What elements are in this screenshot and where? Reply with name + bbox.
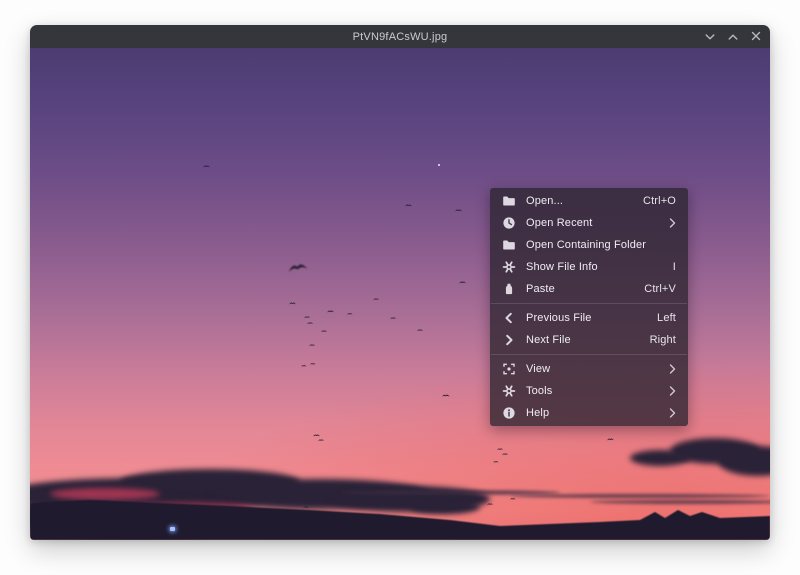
menu-item-label: Tools xyxy=(526,385,659,397)
image-canvas[interactable]: Open... Ctrl+O Open Recent Open Containi… xyxy=(30,48,770,540)
minimize-button[interactable] xyxy=(705,28,715,46)
bird xyxy=(347,312,353,315)
bird xyxy=(510,497,516,500)
folder-icon xyxy=(502,238,516,252)
menu-item-label: Open... xyxy=(526,195,633,207)
menu-item-help[interactable]: Help xyxy=(490,402,688,424)
bird xyxy=(405,203,412,207)
bird xyxy=(304,315,310,319)
bird xyxy=(327,309,334,313)
bird xyxy=(307,321,313,325)
menu-item-shortcut: Ctrl+V xyxy=(644,283,676,295)
chevron-down-icon xyxy=(705,28,715,46)
bird xyxy=(459,280,466,284)
bird xyxy=(303,505,309,509)
menu-item-label: Show File Info xyxy=(526,261,663,273)
menu-item-next-file[interactable]: Next File Right xyxy=(490,329,688,351)
distant-light xyxy=(170,527,175,531)
bird xyxy=(455,208,462,212)
menu-item-shortcut: Ctrl+O xyxy=(643,195,676,207)
gear-icon xyxy=(502,260,516,274)
titlebar[interactable]: PtVN9fACsWU.jpg xyxy=(30,25,770,48)
chevron-right-icon xyxy=(502,333,516,347)
menu-item-show-file-info[interactable]: Show File Info I xyxy=(490,256,688,278)
desktop: PtVN9fACsWU.jpg xyxy=(0,0,800,575)
menu-separator xyxy=(491,354,687,355)
bird xyxy=(318,438,324,442)
chevron-up-icon xyxy=(728,28,738,46)
bird xyxy=(493,460,499,463)
menu-item-label: Paste xyxy=(526,283,634,295)
menu-item-previous-file[interactable]: Previous File Left xyxy=(490,307,688,329)
submenu-arrow-icon xyxy=(669,386,676,396)
menu-item-label: Next File xyxy=(526,334,640,346)
menu-item-shortcut: Left xyxy=(657,312,676,324)
view-frame-icon xyxy=(502,362,516,376)
bird xyxy=(417,328,423,332)
close-icon xyxy=(751,28,761,46)
menu-item-shortcut: Right xyxy=(650,334,676,346)
close-button[interactable] xyxy=(751,28,761,46)
bird xyxy=(502,452,508,456)
bird xyxy=(309,343,315,347)
menu-item-label: Open Containing Folder xyxy=(526,239,676,251)
menu-item-view[interactable]: View xyxy=(490,358,688,380)
star-dot xyxy=(438,164,440,166)
bird xyxy=(607,437,614,441)
menu-item-shortcut: I xyxy=(673,261,676,273)
submenu-arrow-icon xyxy=(669,218,676,228)
menu-item-label: Help xyxy=(526,407,659,419)
menu-separator xyxy=(491,303,687,304)
cloud xyxy=(630,450,690,466)
maximize-button[interactable] xyxy=(728,28,738,46)
submenu-arrow-icon xyxy=(669,364,676,374)
menu-item-paste[interactable]: Paste Ctrl+V xyxy=(490,278,688,300)
bird xyxy=(203,164,210,168)
window-title: PtVN9fACsWU.jpg xyxy=(353,31,448,43)
clock-icon xyxy=(502,216,516,230)
context-menu: Open... Ctrl+O Open Recent Open Containi… xyxy=(490,188,688,426)
bird xyxy=(487,502,493,506)
bird xyxy=(313,433,320,437)
paste-icon xyxy=(502,282,516,296)
info-icon xyxy=(502,406,516,420)
bird xyxy=(442,393,450,398)
menu-item-open[interactable]: Open... Ctrl+O xyxy=(490,190,688,212)
menu-item-open-recent[interactable]: Open Recent xyxy=(490,212,688,234)
bird xyxy=(497,447,503,451)
bird xyxy=(373,297,379,301)
menu-item-tools[interactable]: Tools xyxy=(490,380,688,402)
image-viewer-window: PtVN9fACsWU.jpg xyxy=(30,25,770,540)
bird xyxy=(390,316,396,320)
submenu-arrow-icon xyxy=(669,408,676,418)
hills-silhouette xyxy=(30,470,770,540)
gear-icon xyxy=(502,384,516,398)
chevron-left-icon xyxy=(502,311,516,325)
bird xyxy=(310,362,316,365)
menu-item-label: Previous File xyxy=(526,312,647,324)
menu-item-label: View xyxy=(526,363,659,375)
menu-item-label: Open Recent xyxy=(526,217,659,229)
menu-item-open-containing-folder[interactable]: Open Containing Folder xyxy=(490,234,688,256)
bird xyxy=(289,301,296,305)
folder-icon xyxy=(502,194,516,208)
bird xyxy=(301,364,307,367)
bird xyxy=(321,329,327,333)
window-controls xyxy=(705,25,761,48)
